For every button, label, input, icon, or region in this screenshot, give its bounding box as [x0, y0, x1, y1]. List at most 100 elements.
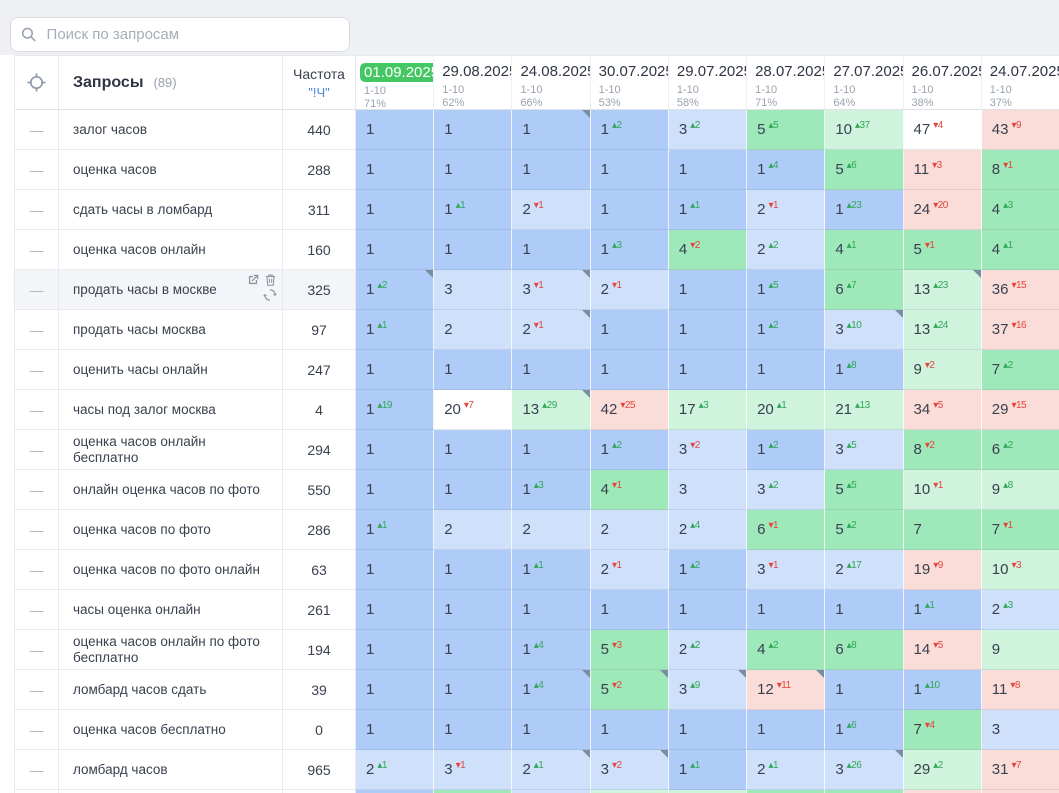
position-cell[interactable]: 1: [356, 470, 435, 510]
position-cell[interactable]: 1: [825, 670, 904, 710]
position-cell[interactable]: 1: [512, 150, 591, 190]
position-cell[interactable]: 1: [434, 710, 513, 750]
position-cell[interactable]: 3 ▴5: [825, 430, 904, 470]
position-cell[interactable]: 3 ▴10: [825, 310, 904, 350]
row-drag-handle[interactable]: —: [15, 430, 59, 470]
position-cell[interactable]: 1: [434, 630, 513, 670]
row-drag-handle[interactable]: —: [15, 310, 59, 350]
row-drag-handle[interactable]: —: [15, 630, 59, 670]
position-cell[interactable]: 10 ▴37: [825, 110, 904, 150]
position-cell[interactable]: 3 ▴2: [747, 470, 826, 510]
row-drag-handle[interactable]: —: [15, 510, 59, 550]
row-drag-handle[interactable]: —: [15, 470, 59, 510]
row-drag-handle[interactable]: —: [15, 150, 59, 190]
position-cell[interactable]: 1: [434, 590, 513, 630]
position-cell[interactable]: 1: [356, 190, 435, 230]
position-cell[interactable]: 5 ▾1: [903, 230, 982, 270]
position-cell[interactable]: 2 ▴2: [747, 230, 826, 270]
position-cell[interactable]: 1: [434, 150, 513, 190]
position-cell[interactable]: 2: [512, 510, 591, 550]
row-drag-handle[interactable]: —: [15, 390, 59, 430]
position-cell[interactable]: 1 ▴4: [512, 670, 591, 710]
row-drag-handle[interactable]: —: [15, 670, 59, 710]
search-input[interactable]: [44, 25, 339, 44]
position-cell[interactable]: 17 ▴3: [668, 390, 748, 430]
keyword-cell[interactable]: сдать часы в ломбард: [59, 190, 283, 230]
position-cell[interactable]: 1: [825, 590, 904, 630]
date-column-header[interactable]: 24.07.2025 1-10 37%: [982, 56, 1059, 109]
position-cell[interactable]: 9 ▴8: [981, 470, 1059, 510]
open-in-new-icon[interactable]: [246, 273, 260, 287]
position-cell[interactable]: 1 ▴6: [825, 710, 904, 750]
position-cell[interactable]: 1: [512, 230, 591, 270]
position-cell[interactable]: 1: [356, 710, 435, 750]
date-column-header[interactable]: 01.09.2025 1-10 71%: [356, 56, 435, 109]
keyword-cell[interactable]: оценка часов: [59, 150, 283, 190]
position-cell[interactable]: 5 ▾2: [590, 670, 669, 710]
position-cell[interactable]: 1 ▴5: [747, 270, 826, 310]
date-column-header[interactable]: 26.07.2025 1-10 38%: [904, 56, 982, 109]
refresh-icon[interactable]: [263, 288, 277, 302]
position-cell[interactable]: 2 ▴17: [825, 550, 904, 590]
position-cell[interactable]: 1: [356, 630, 435, 670]
position-cell[interactable]: 1 ▴8: [825, 350, 904, 390]
row-drag-handle[interactable]: —: [15, 110, 59, 150]
position-cell[interactable]: 13 ▴23: [903, 270, 982, 310]
position-cell[interactable]: 1 ▴23: [825, 190, 904, 230]
position-cell[interactable]: 20 ▴1: [747, 390, 826, 430]
position-cell[interactable]: 4 ▴1: [825, 230, 904, 270]
position-cell[interactable]: 1 ▴1: [903, 590, 982, 630]
position-cell[interactable]: 6 ▴8: [825, 630, 904, 670]
date-column-header[interactable]: 28.07.2025 1-10 71%: [747, 56, 826, 109]
position-cell[interactable]: 2 ▴1: [512, 750, 591, 790]
position-cell[interactable]: 3 ▴2: [668, 110, 748, 150]
position-cell[interactable]: 21 ▴13: [825, 390, 904, 430]
position-cell[interactable]: 36 ▾15: [981, 270, 1059, 310]
row-drag-handle[interactable]: —: [15, 190, 59, 230]
position-cell[interactable]: 1: [747, 590, 826, 630]
trash-icon[interactable]: [264, 273, 277, 287]
position-cell[interactable]: 1: [512, 110, 591, 150]
position-cell[interactable]: 1 ▴2: [590, 430, 669, 470]
position-cell[interactable]: 1: [356, 230, 435, 270]
keyword-cell[interactable]: продать часы в москве: [59, 270, 283, 310]
position-cell[interactable]: 1: [356, 150, 435, 190]
position-cell[interactable]: 1: [512, 430, 591, 470]
position-cell[interactable]: 3 ▾1: [747, 550, 826, 590]
position-cell[interactable]: 1: [512, 350, 591, 390]
position-cell[interactable]: 20 ▾7: [434, 390, 513, 430]
position-cell[interactable]: 37 ▾16: [981, 310, 1059, 350]
position-cell[interactable]: 1 ▴19: [356, 390, 435, 430]
position-cell[interactable]: 2 ▴1: [747, 750, 826, 790]
position-cell[interactable]: 1: [434, 470, 513, 510]
position-cell[interactable]: 1 ▴3: [590, 230, 669, 270]
position-cell[interactable]: 2 ▾1: [747, 190, 826, 230]
position-cell[interactable]: 1: [668, 310, 748, 350]
position-cell[interactable]: 1 ▴4: [512, 630, 591, 670]
position-cell[interactable]: 1: [434, 230, 513, 270]
position-cell[interactable]: 4 ▴3: [981, 190, 1059, 230]
keyword-cell[interactable]: оценка часов по фото: [59, 510, 283, 550]
position-cell[interactable]: 5 ▴6: [825, 150, 904, 190]
position-cell[interactable]: 9: [981, 630, 1059, 670]
position-cell[interactable]: 1: [668, 270, 748, 310]
position-cell[interactable]: 14 ▾5: [903, 630, 982, 670]
position-cell[interactable]: 3: [668, 470, 748, 510]
position-cell[interactable]: 1: [747, 710, 826, 750]
position-cell[interactable]: 7 ▾1: [981, 510, 1059, 550]
position-cell[interactable]: 47 ▾4: [903, 110, 982, 150]
position-cell[interactable]: 1: [747, 350, 826, 390]
position-cell[interactable]: 1: [668, 350, 748, 390]
position-cell[interactable]: 3 ▴26: [825, 750, 904, 790]
date-column-header[interactable]: 24.08.2025 1-10 66%: [512, 56, 591, 109]
position-cell[interactable]: 1: [434, 110, 513, 150]
keyword-cell[interactable]: ломбард часов: [59, 750, 283, 790]
position-cell[interactable]: 1 ▴2: [356, 270, 435, 310]
position-cell[interactable]: 1: [590, 150, 669, 190]
position-cell[interactable]: 10 ▾3: [981, 550, 1059, 590]
position-cell[interactable]: 1: [434, 670, 513, 710]
position-cell[interactable]: 1: [668, 150, 748, 190]
row-drag-handle[interactable]: —: [15, 230, 59, 270]
position-cell[interactable]: 1 ▴10: [903, 670, 982, 710]
position-cell[interactable]: 3 ▾1: [434, 750, 513, 790]
